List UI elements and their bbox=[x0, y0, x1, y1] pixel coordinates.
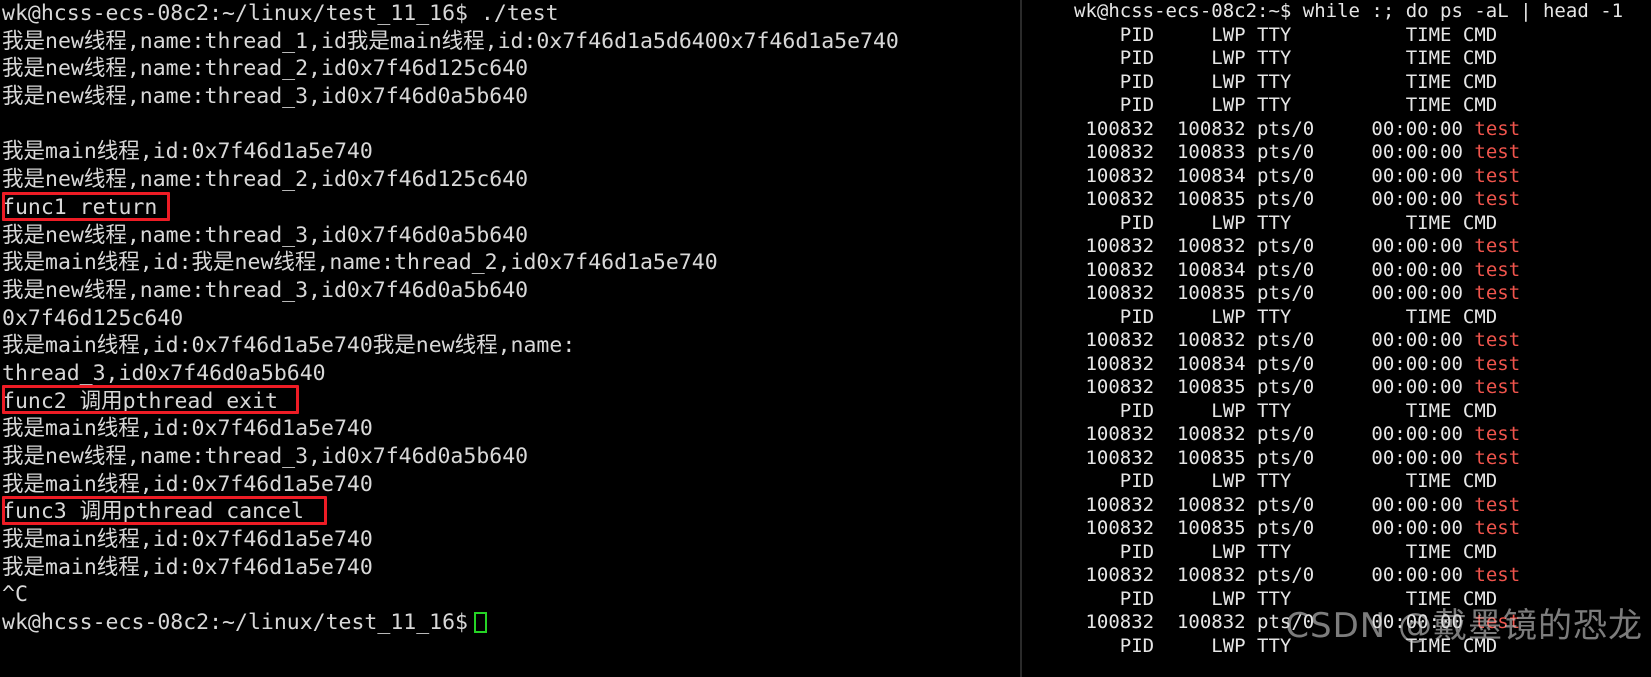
ps-row-fields: 100832 100832 pts/0 00:00:00 bbox=[1074, 564, 1475, 586]
ps-row-fields: 100832 100832 pts/0 00:00:00 bbox=[1074, 329, 1475, 351]
ps-row-cmd: test bbox=[1474, 564, 1521, 586]
ps-row-fields: 100832 100832 pts/0 00:00:00 bbox=[1074, 493, 1475, 516]
ps-data-row: 100832 100835 pts/0 00:00:00 test bbox=[1074, 282, 1651, 306]
terminal-line-9: 我是main线程,id:我是new线程,name:thread_2,id0x7f… bbox=[2, 250, 718, 276]
ps-row-cmd: test bbox=[1474, 376, 1521, 398]
ps-data-row: 100832 100834 pts/0 00:00:00 test bbox=[1074, 353, 1651, 377]
ps-row-fields: 100832 100832 pts/0 00:00:00 bbox=[1074, 117, 1475, 140]
terminal-line-6: 我是new线程,name:thread_2,id0x7f46d125c640 bbox=[2, 167, 529, 193]
ps-data-row: 100832 100832 pts/0 00:00:00 test bbox=[1074, 235, 1651, 259]
ps-row-cmd: test bbox=[1474, 282, 1521, 304]
ps-header-row: PID LWP TTY TIME CMD bbox=[1074, 399, 1498, 422]
ps-data-row: 100832 100835 pts/0 00:00:00 test bbox=[1074, 376, 1651, 400]
ps-row-fields: 100832 100832 pts/0 00:00:00 bbox=[1074, 611, 1475, 633]
terminal-line-20: 我是main线程,id:0x7f46d1a5e740 bbox=[2, 554, 373, 580]
terminal-line-5: 我是main线程,id:0x7f46d1a5e740 bbox=[2, 139, 373, 165]
ps-row-cmd: test bbox=[1474, 329, 1521, 351]
terminal-line-22: wk@hcss-ecs-08c2:~/linux/test_11_16$ bbox=[2, 609, 1020, 637]
text-cursor bbox=[474, 612, 487, 634]
ps-data-row: 100832 100832 pts/0 00:00:00 test bbox=[1074, 329, 1651, 353]
ps-row-fields: 100832 100835 pts/0 00:00:00 bbox=[1074, 376, 1475, 398]
ps-header-row: PID LWP TTY TIME CMD bbox=[1074, 470, 1498, 492]
ps-row-fields: 100832 100834 pts/0 00:00:00 bbox=[1074, 352, 1475, 375]
ps-row-fields: 100832 100833 pts/0 00:00:00 bbox=[1074, 141, 1475, 163]
ps-row-cmd: test bbox=[1474, 493, 1521, 516]
ps-row-fields: 100832 100834 pts/0 00:00:00 bbox=[1074, 258, 1475, 281]
ps-header-row: PID LWP TTY TIME CMD bbox=[1074, 211, 1498, 234]
terminal-line-1: 我是new线程,name:thread_1,id我是main线程,id:0x7f… bbox=[2, 28, 899, 54]
terminal-line-21: ^C bbox=[2, 582, 28, 608]
ps-row-fields: 100832 100832 pts/0 00:00:00 bbox=[1074, 423, 1475, 445]
ps-data-row: 100832 100832 pts/0 00:00:00 test bbox=[1074, 564, 1651, 588]
ps-row-fields: 100832 100835 pts/0 00:00:00 bbox=[1074, 517, 1475, 539]
terminal-line-4 bbox=[2, 111, 1020, 139]
ps-row-cmd: test bbox=[1474, 117, 1521, 140]
terminal-screen: wk@hcss-ecs-08c2:~/linux/test_11_16$ ./t… bbox=[0, 0, 1651, 677]
ps-header-row: PID LWP TTY TIME CMD bbox=[1074, 70, 1498, 93]
terminal-line-7: func1 return bbox=[2, 194, 158, 220]
ps-header-row: PID LWP TTY TIME CMD bbox=[1074, 94, 1498, 116]
ps-data-row: 100832 100833 pts/0 00:00:00 test bbox=[1074, 141, 1651, 165]
ps-row-fields: 100832 100834 pts/0 00:00:00 bbox=[1074, 164, 1475, 187]
terminal-line-8: 我是new线程,name:thread_3,id0x7f46d0a5b640 bbox=[2, 222, 529, 248]
ps-header-row: PID LWP TTY TIME CMD bbox=[1074, 587, 1498, 610]
ps-header-row: PID LWP TTY TIME CMD bbox=[1074, 47, 1498, 69]
terminal-line-17: 我是main线程,id:0x7f46d1a5e740 bbox=[2, 471, 373, 497]
terminal-line-0: wk@hcss-ecs-08c2:~/linux/test_11_16$ ./t… bbox=[2, 1, 559, 26]
ps-row-cmd: test bbox=[1474, 423, 1521, 445]
ps-row-cmd: test bbox=[1474, 258, 1521, 281]
ps-row-cmd: test bbox=[1474, 611, 1521, 633]
ps-data-row: 100832 100832 pts/0 00:00:00 test bbox=[1074, 118, 1651, 142]
terminal-line-10: 我是new线程,name:thread_3,id0x7f46d0a5b640 bbox=[2, 277, 529, 303]
ps-data-row: 100832 100832 pts/0 00:00:00 test bbox=[1074, 611, 1651, 635]
ps-data-row: 100832 100834 pts/0 00:00:00 test bbox=[1074, 259, 1651, 283]
ps-row-fields: 100832 100832 pts/0 00:00:00 bbox=[1074, 235, 1475, 257]
ps-row-cmd: test bbox=[1474, 352, 1521, 375]
terminal-line-14: func2 调用pthread_exit bbox=[2, 388, 278, 414]
ps-row-fields: 100832 100835 pts/0 00:00:00 bbox=[1074, 188, 1475, 210]
ps-data-row: 100832 100835 pts/0 00:00:00 test bbox=[1074, 517, 1651, 541]
terminal-line-19: 我是main线程,id:0x7f46d1a5e740 bbox=[2, 527, 373, 553]
ps-row-cmd: test bbox=[1474, 446, 1521, 469]
ps-header-row: PID LWP TTY TIME CMD bbox=[1074, 540, 1498, 563]
terminal-line-11: 0x7f46d125c640 bbox=[2, 305, 184, 331]
ps-data-row: 100832 100832 pts/0 00:00:00 test bbox=[1074, 494, 1651, 518]
ps-command-line: wk@hcss-ecs-08c2:~$ while :; do ps -aL |… bbox=[1074, 0, 1624, 22]
terminal-line-18: func3 调用pthread_cancel bbox=[2, 499, 304, 525]
ps-header-row: PID LWP TTY TIME CMD bbox=[1074, 305, 1498, 328]
ps-data-row: 100832 100832 pts/0 00:00:00 test bbox=[1074, 423, 1651, 447]
ps-data-row: 100832 100834 pts/0 00:00:00 test bbox=[1074, 165, 1651, 189]
terminal-line-16: 我是new线程,name:thread_3,id0x7f46d0a5b640 bbox=[2, 444, 529, 469]
ps-row-fields: 100832 100835 pts/0 00:00:00 bbox=[1074, 282, 1475, 304]
terminal-line-2: 我是new线程,name:thread_2,id0x7f46d125c640 bbox=[2, 56, 529, 82]
ps-row-cmd: test bbox=[1474, 517, 1521, 539]
ps-row-cmd: test bbox=[1474, 235, 1521, 257]
terminal-line-15: 我是main线程,id:0x7f46d1a5e740 bbox=[2, 416, 373, 442]
ps-data-row: 100832 100835 pts/0 00:00:00 test bbox=[1074, 188, 1651, 212]
terminal-line-12: 我是main线程,id:0x7f46d1a5e740我是new线程,name: bbox=[2, 333, 576, 359]
ps-row-cmd: test bbox=[1474, 164, 1521, 187]
ps-monitor-terminal-pane[interactable]: wk@hcss-ecs-08c2:~$ while :; do ps -aL |… bbox=[1020, 0, 1651, 677]
ps-header-row: PID LWP TTY TIME CMD bbox=[1074, 23, 1498, 46]
ps-header-row: PID LWP TTY TIME CMD bbox=[1074, 634, 1498, 657]
terminal-line-13: thread_3,id0x7f46d0a5b640 bbox=[2, 360, 326, 386]
terminal-line-3: 我是new线程,name:thread_3,id0x7f46d0a5b640 bbox=[2, 84, 529, 110]
ps-row-cmd: test bbox=[1474, 188, 1521, 210]
program-output-terminal-pane[interactable]: wk@hcss-ecs-08c2:~/linux/test_11_16$ ./t… bbox=[0, 0, 1020, 677]
ps-data-row: 100832 100835 pts/0 00:00:00 test bbox=[1074, 447, 1651, 471]
ps-row-cmd: test bbox=[1474, 141, 1521, 163]
ps-row-fields: 100832 100835 pts/0 00:00:00 bbox=[1074, 446, 1475, 469]
